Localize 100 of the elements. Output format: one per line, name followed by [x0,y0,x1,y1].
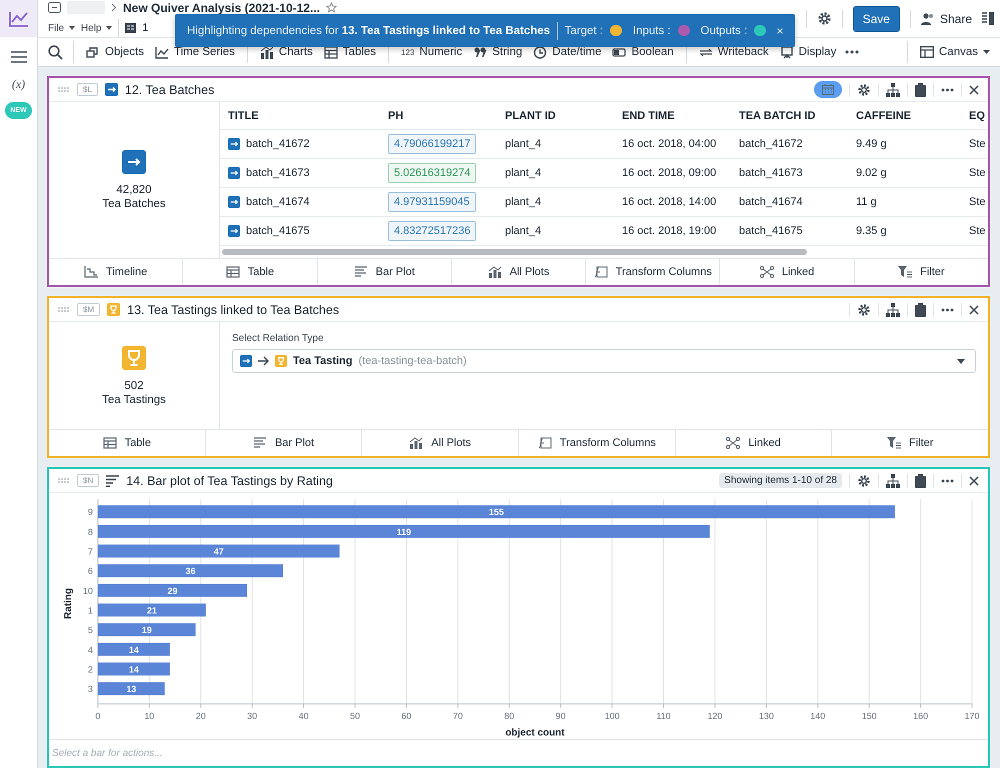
page-count: 1 [142,22,148,34]
menu-button[interactable]: File [48,22,75,34]
close-icon[interactable] [969,84,979,94]
toolbar-button[interactable]: Charts [258,46,315,58]
panel-title[interactable]: 13. Tea Tastings linked to Tea Batches [127,302,340,316]
y-tick-label: 4 [88,644,93,655]
settings-icon[interactable] [857,82,871,96]
more-icon[interactable] [941,308,954,312]
column-header[interactable]: PLANT ID [497,110,614,122]
relation-select[interactable]: Tea Tasting (tea-tasting-tea-batch) [232,349,976,373]
settings-icon[interactable] [857,474,871,488]
object-type-icon [228,167,240,179]
share-button[interactable]: Share [920,12,972,26]
arrows-icon [698,46,713,58]
object-link[interactable]: batch_41672 [246,138,310,150]
toolbar-button[interactable]: 123 Numeric [399,46,464,58]
toolbar-button[interactable]: Display [778,46,838,58]
drag-handle-icon[interactable] [58,306,70,312]
hierarchy-icon[interactable] [886,474,900,488]
panel-title[interactable]: 12. Tea Batches [124,82,214,96]
bar-value-label: 19 [142,625,152,636]
column-header[interactable]: PH [380,110,497,122]
toolbar-button[interactable]: Tables [322,46,378,58]
table-cell-text: plant_4 [504,167,542,179]
calendar-toggle[interactable] [814,81,842,98]
app-logo[interactable] [0,0,37,37]
bar[interactable] [98,662,170,676]
bar[interactable] [98,604,206,617]
bar-value-label: 155 [488,507,504,518]
drag-handle-icon[interactable] [58,86,70,92]
clipboard-icon[interactable] [915,302,926,316]
bar[interactable] [98,623,196,636]
variables-label[interactable]: (x) [12,77,26,92]
menu-button[interactable]: Help [80,22,112,34]
bar[interactable] [98,642,170,656]
people-icon [920,12,935,24]
y-tick-label: 10 [82,586,93,596]
settings-icon[interactable] [816,11,832,26]
toolbar-button[interactable]: Time Series [153,46,237,58]
panel-layout-icon[interactable] [982,12,994,25]
toolbar-button[interactable]: Writeback [696,46,771,58]
x-tick-label: 40 [298,710,309,721]
y-tick-label: 5 [88,625,93,636]
panel-tag: $L [77,83,98,96]
line-chart-icon [155,46,169,58]
close-icon[interactable] [969,304,979,314]
object-link[interactable]: batch_41675 [246,225,310,237]
caret-icon [957,358,965,364]
panel-title[interactable]: 14. Bar plot of Tea Tastings by Rating [126,474,333,488]
object-link[interactable]: batch_41674 [246,196,310,208]
scrollbar-thumb[interactable] [222,249,807,255]
bar[interactable] [98,682,165,696]
toolbar-button[interactable]: Boolean [610,46,676,58]
object-type-icon [228,196,240,208]
object-link[interactable]: batch_41673 [246,167,310,179]
analysis-title[interactable]: New Quiver Analysis (2021-10-12... [123,2,320,14]
more-icon[interactable] [941,88,954,92]
bar-chart-icon [409,437,424,449]
arrow-right-icon [258,356,269,366]
legend-label: Inputs : [632,24,671,36]
more-icon[interactable] [845,50,860,54]
more-icon[interactable] [941,478,954,482]
column-header[interactable]: TEA BATCH ID [731,110,848,122]
close-icon[interactable] [777,26,784,36]
column-header[interactable]: TITLE [220,110,380,122]
hierarchy-icon[interactable] [886,302,900,316]
toolbar-button[interactable]: String [471,46,524,58]
x-tick-label: 80 [504,710,514,721]
x-tick-label: 10 [144,710,154,721]
toolbar-button[interactable]: Date/time [531,46,604,58]
drag-handle-icon[interactable] [58,478,70,484]
search-icon[interactable] [48,44,63,60]
bar[interactable] [98,584,248,597]
save-button[interactable]: Save [852,6,900,32]
clipboard-icon[interactable] [915,82,926,96]
actions-field[interactable]: Select a bar for actions... [49,748,988,758]
bar[interactable] [98,524,710,538]
canvas-dropdown[interactable]: Canvas [918,46,992,58]
toolbar-button[interactable]: Objects [84,46,146,58]
column-header[interactable]: END TIME [614,110,731,122]
caret-icon [106,26,112,30]
clipboard-icon[interactable] [915,474,926,488]
table-cell-text: 16 oct. 2018, 14:00 [621,196,718,208]
object-type-icon [104,83,118,96]
column-header[interactable]: EQ [965,110,988,122]
hierarchy-icon[interactable] [886,82,900,96]
filter-icon [886,437,901,449]
bar[interactable] [98,544,340,558]
menu-icon[interactable] [10,51,26,63]
chevron-icon [111,3,117,12]
close-icon[interactable] [969,476,979,486]
cubes-icon [86,46,100,58]
settings-icon[interactable] [857,302,871,316]
x-tick-label: 120 [707,710,722,721]
star-icon[interactable] [326,2,337,13]
table-cell-text: Ste [968,196,987,208]
x-axis-title: object count [505,728,565,739]
bar-value-label: 21 [146,606,157,616]
x-tick-label: 140 [810,710,826,721]
column-header[interactable]: CAFFEINE [848,110,965,122]
